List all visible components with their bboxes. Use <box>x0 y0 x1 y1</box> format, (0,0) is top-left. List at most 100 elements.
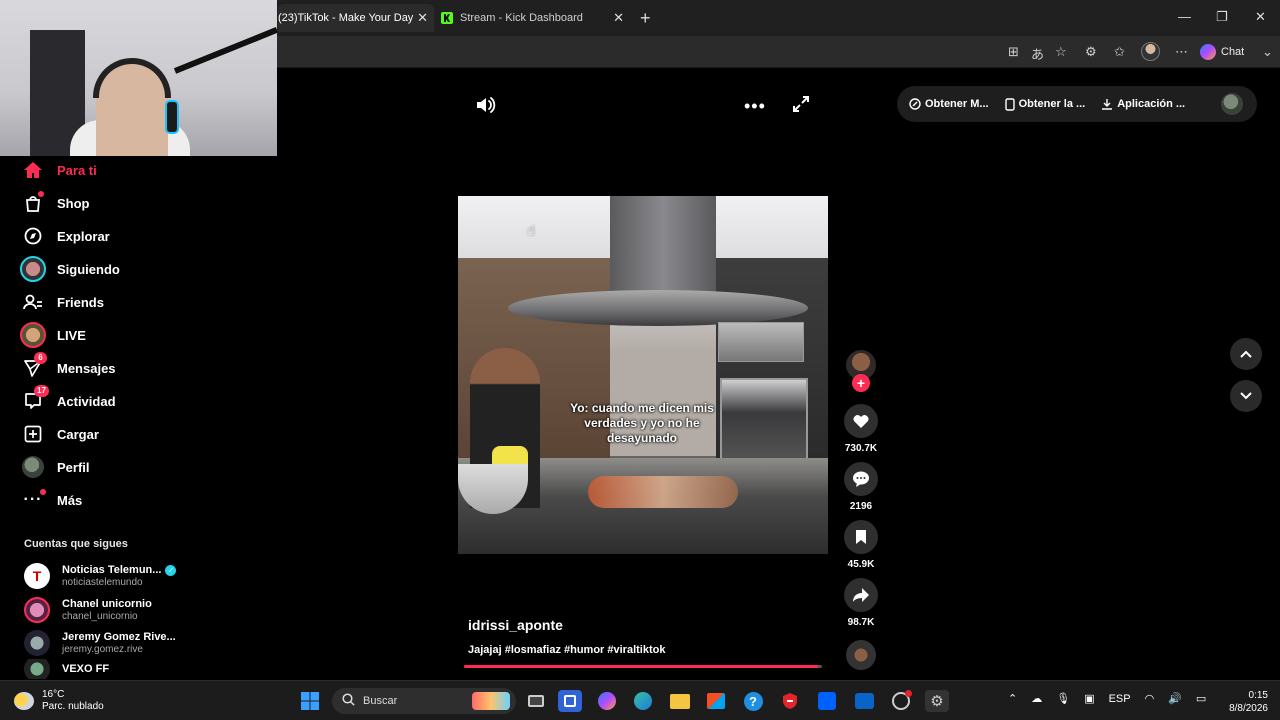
chevron-down-icon <box>1240 392 1252 400</box>
translate-icon[interactable]: あ <box>1031 44 1044 63</box>
sidebar-item-friends[interactable]: Friends <box>20 289 190 315</box>
sidebar-item-shop[interactable]: Shop <box>20 190 190 216</box>
share-button[interactable]: 98.7K <box>842 578 880 628</box>
follow-plus-icon[interactable]: + <box>852 374 870 392</box>
browser-profile-avatar[interactable] <box>1141 42 1160 61</box>
download-icon <box>1102 99 1113 110</box>
antivirus-shield-icon[interactable] <box>778 690 802 712</box>
shopping-bag-icon <box>20 191 46 212</box>
kick-logo-icon <box>440 11 454 25</box>
new-tab-icon[interactable]: + <box>640 8 651 29</box>
get-coins-button[interactable]: Obtener M... <box>909 98 989 110</box>
sidebar-item-label: Perfil <box>57 459 90 475</box>
weather-widget[interactable]: 16°C Parc. nublado <box>14 689 104 713</box>
like-button[interactable]: 730.7K <box>842 404 880 454</box>
following-account[interactable]: Chanel unicornio chanel_unicornio <box>24 594 194 626</box>
favorites-icon[interactable]: ✩ <box>1114 44 1125 60</box>
following-account[interactable]: Jeremy Gomez Rive... jeremy.gomez.rive <box>24 627 194 659</box>
video-player[interactable]: Yo: cuando me dicen mis verdades y yo no… <box>458 196 828 554</box>
help-icon[interactable]: ? <box>741 690 765 712</box>
close-window-icon[interactable]: ✕ <box>1255 9 1266 25</box>
comment-icon <box>844 462 878 496</box>
discord-icon[interactable] <box>889 690 913 712</box>
display-icon[interactable]: ▣ <box>1084 692 1094 705</box>
clock[interactable]: 0:15 8/8/2026 <box>1229 689 1268 715</box>
sidebar-item-label: Para ti <box>57 162 97 178</box>
extensions-icon[interactable]: ⚙ <box>1085 44 1097 60</box>
sidebar-item-explorar[interactable]: Explorar <box>20 223 190 249</box>
store-icon[interactable] <box>704 690 728 712</box>
activity-icon: 17 <box>20 385 49 410</box>
sidebar-item-actividad[interactable]: 17 Actividad <box>20 385 190 414</box>
save-button[interactable]: 45.9K <box>842 520 880 570</box>
tab-tiktok[interactable]: (23)TikTok - Make Your Day ✕ <box>278 4 434 32</box>
account-username: jeremy.gomez.rive <box>62 644 143 655</box>
chevron-up-icon <box>1240 350 1252 358</box>
outlook-icon[interactable] <box>852 690 876 712</box>
video-progress-bar[interactable] <box>464 665 822 668</box>
close-tab-icon[interactable]: ✕ <box>417 10 428 26</box>
favorite-star-icon[interactable]: ☆ <box>1055 44 1067 60</box>
sidebar-item-mas[interactable]: ··· Más <box>20 487 190 513</box>
app-available-icon[interactable]: ⊞ <box>1008 44 1019 60</box>
account-avatar <box>24 597 50 623</box>
user-avatar[interactable] <box>1221 93 1243 115</box>
chevron-up-icon[interactable]: ⌃ <box>1008 692 1017 705</box>
clock-time: 0:15 <box>1248 690 1268 701</box>
sidebar-item-para-ti[interactable]: Para ti <box>20 157 190 183</box>
get-app-button[interactable]: Obtener la ... <box>1004 97 1085 111</box>
language-indicator[interactable]: ESP <box>1109 693 1131 705</box>
friends-icon <box>20 293 46 311</box>
chevron-down-icon[interactable]: ⌄ <box>1262 44 1273 60</box>
copilot-app-icon[interactable] <box>595 690 619 712</box>
file-explorer-icon[interactable] <box>668 690 692 712</box>
settings-gear-icon[interactable]: ⚙ <box>925 690 949 712</box>
search-icon <box>342 693 355 709</box>
sidebar-item-cargar[interactable]: Cargar <box>20 421 190 447</box>
following-account[interactable]: T Noticias Telemun... ✓ noticiastelemundo <box>24 560 194 592</box>
comment-button[interactable]: 2196 <box>842 462 880 512</box>
copilot-chat-button[interactable]: Chat <box>1200 42 1244 62</box>
wifi-icon[interactable]: ◠ <box>1145 692 1155 705</box>
more-options-icon[interactable]: ••• <box>744 96 766 117</box>
sidebar-item-mensajes[interactable]: 6 Mensajes <box>20 352 190 381</box>
comment-count: 2196 <box>849 501 873 512</box>
sidebar-item-perfil[interactable]: Perfil <box>20 454 190 480</box>
account-avatar: T <box>24 563 50 589</box>
sidebar-item-live[interactable]: LIVE <box>20 322 190 348</box>
home-icon <box>20 161 46 179</box>
following-account[interactable]: VEXO FF <box>24 659 194 679</box>
heart-icon <box>844 404 878 438</box>
taskbar-search[interactable]: Buscar <box>332 688 516 714</box>
close-tab-icon[interactable]: ✕ <box>613 10 624 26</box>
temperature: 16°C <box>42 689 65 700</box>
minimize-icon[interactable]: — <box>1178 9 1191 24</box>
sidebar-item-label: Actividad <box>57 393 116 409</box>
sidebar-item-label: Shop <box>57 195 90 211</box>
video-author[interactable]: idrissi_aponte <box>468 617 563 633</box>
volume-icon[interactable]: 🔊 <box>1168 692 1182 705</box>
battery-icon[interactable]: ▭ <box>1196 692 1206 705</box>
tab-kick-dashboard[interactable]: Stream - Kick Dashboard ✕ <box>434 4 630 32</box>
snip-app-icon[interactable] <box>558 690 582 712</box>
dropbox-icon[interactable] <box>815 690 839 712</box>
previous-video-button[interactable] <box>1230 338 1262 370</box>
settings-more-icon[interactable]: ⋯ <box>1175 44 1188 60</box>
windows-start-icon[interactable] <box>298 690 322 712</box>
volume-button[interactable] <box>474 94 496 116</box>
video-progress-fill <box>464 665 819 668</box>
microphone-icon[interactable]: 🎙 <box>1056 692 1070 705</box>
edge-browser-icon[interactable] <box>631 690 655 712</box>
video-description: Jajajaj #losmafiaz #humor #viraltiktok <box>468 644 666 656</box>
sidebar-item-label: LIVE <box>57 327 86 343</box>
onedrive-cloud-icon[interactable]: ☁ <box>1031 692 1042 705</box>
task-view-icon[interactable] <box>524 690 548 712</box>
restore-icon[interactable]: ❐ <box>1216 9 1228 25</box>
sidebar-item-siguiendo[interactable]: Siguiendo <box>20 256 190 282</box>
fullscreen-icon[interactable] <box>791 94 811 114</box>
share-arrow-icon <box>844 578 878 612</box>
next-video-button[interactable] <box>1230 380 1262 412</box>
sidebar-item-label: Cargar <box>57 426 99 442</box>
sound-disc-icon[interactable] <box>846 640 876 670</box>
desktop-app-button[interactable]: Aplicación ... <box>1101 98 1185 110</box>
